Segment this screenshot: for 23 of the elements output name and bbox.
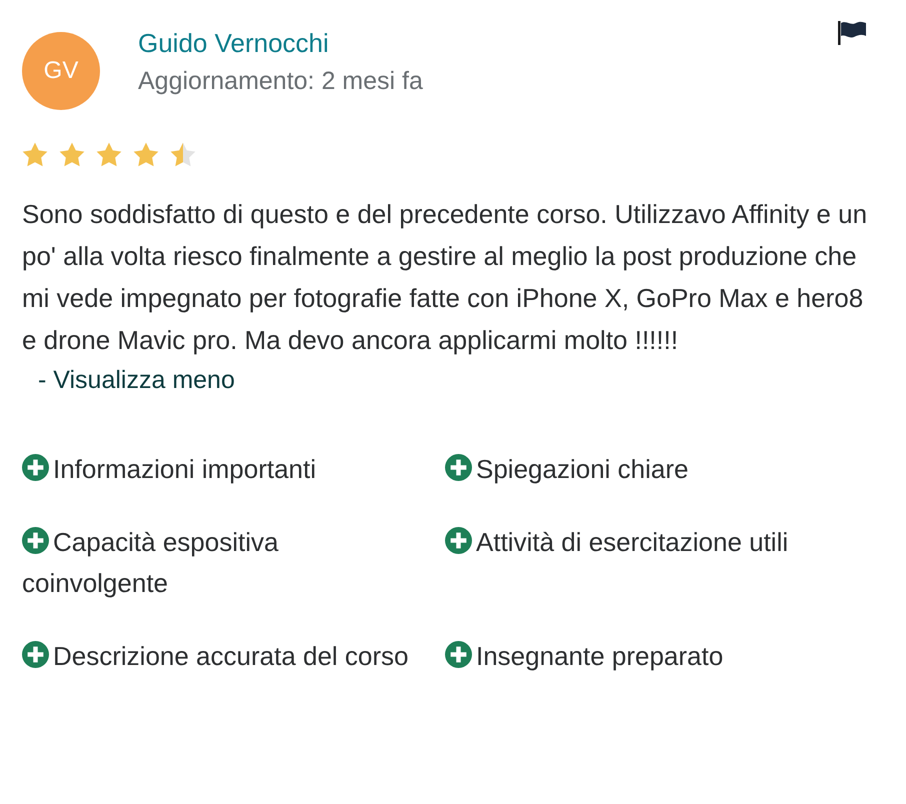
pro-tag: Insegnante preparato [445, 636, 885, 677]
star-icon [96, 142, 122, 167]
avatar: GV [22, 32, 100, 110]
flag-icon[interactable] [836, 20, 868, 46]
plus-circle-icon [445, 454, 472, 481]
plus-circle-icon [22, 454, 49, 481]
star-icon [170, 142, 196, 167]
pro-tag: Spiegazioni chiare [445, 449, 885, 490]
update-time: Aggiornamento: 2 mesi fa [138, 66, 423, 96]
pro-tag: Capacità espositiva coinvolgente [22, 522, 445, 604]
review-text: Sono soddisfatto di questo e del precedente corso. Utilizzavo Affinity e un po' alla volta riesco finalmente a gestire al meglio la post produzione che mi vede impegnato per fotografie fatte con iPhone X, GoPro Max e hero8 e drone Mavic pro. Ma devo ancora applicarmi molto !!!!!! [22, 198, 868, 357]
star-icon [22, 142, 48, 167]
pro-tag: Attività di esercitazione utili [445, 522, 885, 604]
plus-circle-icon [22, 527, 49, 554]
pro-tag: Descrizione accurata del corso [22, 636, 445, 677]
plus-circle-icon [445, 641, 472, 668]
author-name[interactable]: Guido Vernocchi [138, 28, 423, 58]
star-icon [59, 142, 85, 167]
show-less-link[interactable]: - Visualizza meno [38, 363, 235, 397]
pro-tag: Informazioni importanti [22, 449, 445, 490]
star-icon [133, 142, 159, 167]
plus-circle-icon [22, 641, 49, 668]
plus-circle-icon [445, 527, 472, 554]
